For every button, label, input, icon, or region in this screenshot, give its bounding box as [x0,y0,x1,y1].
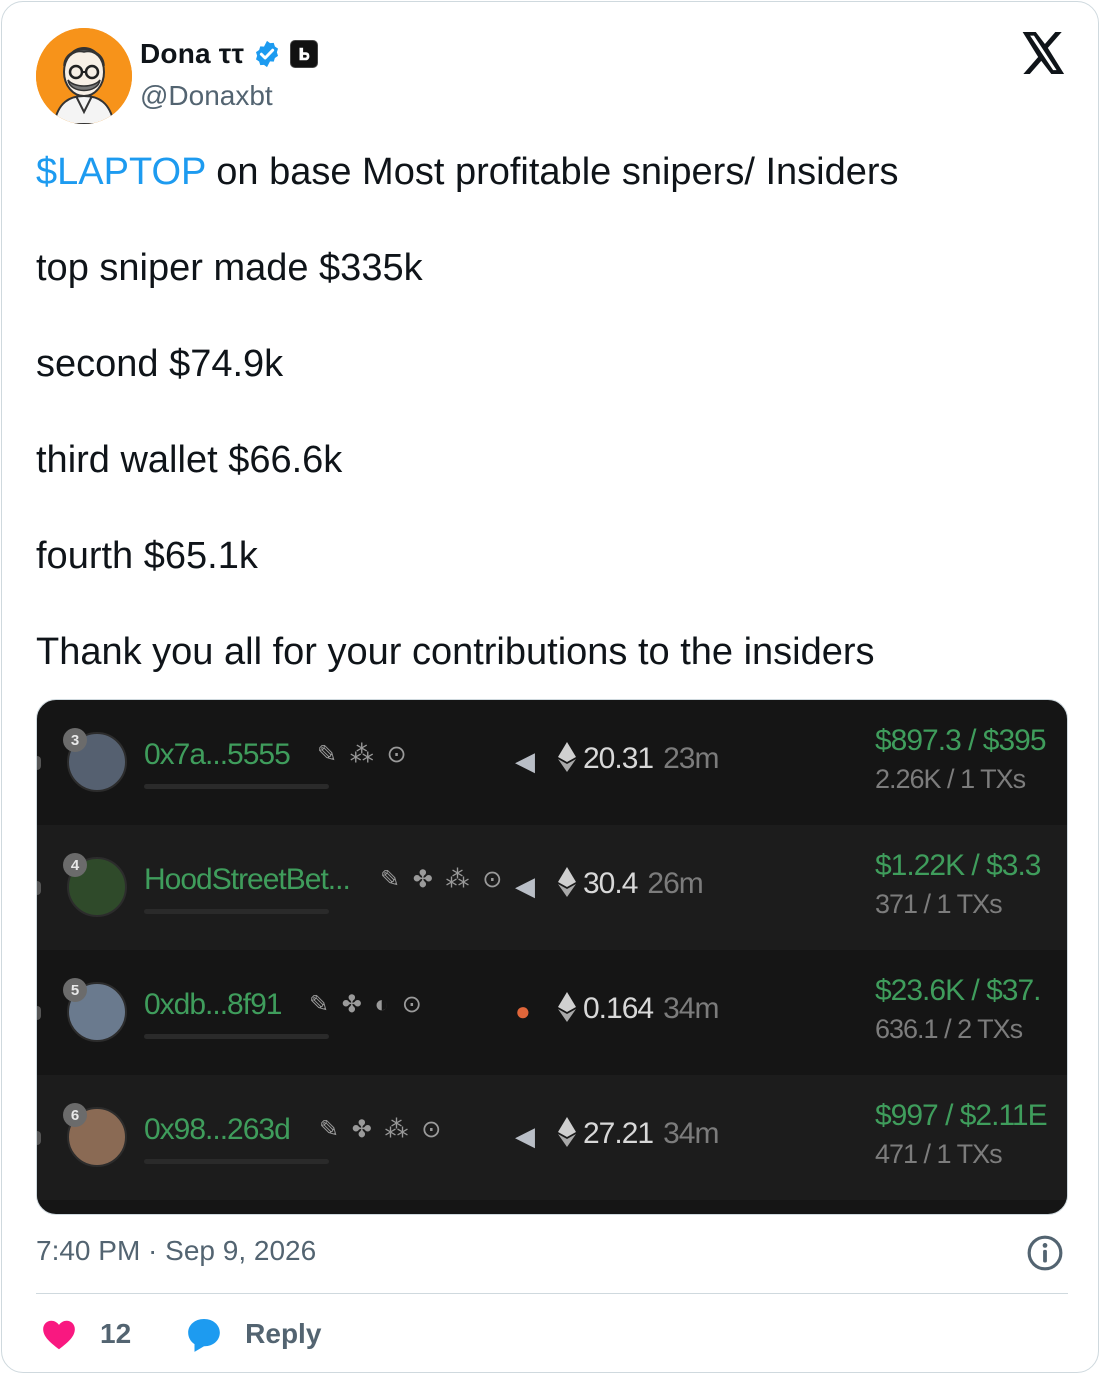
author-name-row: Dona ττ [140,36,319,72]
tx-count: 371 / 1 TXs [875,889,1003,919]
shark-icon: ◀ [515,871,535,901]
tx-count: 636.1 / 2 TXs [875,1014,1023,1044]
elapsed-time: 34m [663,992,719,1025]
attached-screenshot[interactable]: 3 0x7a...5555 ✎ ⁂ ⊙ ◀ 20.31 23m $897.3 / … [36,699,1068,1215]
rank-badge: 6 [63,1103,87,1127]
elapsed-time: 34m [663,1117,719,1150]
wallet-tag-icons: ✎ ✤ ◐ ⊙ [309,991,425,1018]
shark-icon: ◀ [515,746,535,776]
wallet-name: 0x7a...5555 [144,738,291,771]
wallet-name: 0xdb...8f91 [144,988,282,1021]
tx-count: 471 / 1 TXs [875,1139,1003,1169]
eth-amount: 30.4 [583,867,638,900]
eth-amount: 27.21 [583,1117,654,1150]
sniper-row: 5 0xdb...8f91 ✎ ✤ ◐ ⊙ ● 0.164 34m $23.6K … [37,950,1067,1075]
tweet-line-1-text: on base Most profitable snipers/ Insider… [205,151,899,193]
wallet-name: HoodStreetBet... [144,863,351,896]
affiliate-badge-icon[interactable] [290,40,319,68]
author-handle[interactable]: @Donaxbt [140,80,273,112]
eth-icon [558,1117,576,1147]
sniper-row: 4 HoodStreetBet... ✎ ✤ ⁂ ⊙ ◀ 30.4 26m $1.… [37,825,1067,950]
tweet-line-4: third wallet $66.6k [36,439,343,481]
pnl-value: $1.22K / $3.3 [875,849,1041,882]
tweet-line-3: second $74.9k [36,343,284,385]
author-display-name[interactable]: Dona ττ [140,38,244,70]
shark-icon: ◀ [515,1121,535,1151]
verified-badge-icon [252,39,282,69]
reply-button[interactable]: Reply [245,1318,321,1350]
eth-icon [558,867,576,897]
eth-icon [558,742,576,772]
like-heart-icon[interactable] [40,1315,78,1353]
pnl-value: $897.3 / $395 [875,724,1047,757]
tweet-line-6: Thank you all for your contributions to … [36,631,875,673]
tweet-timestamp[interactable]: 7:40 PM · Sep 9, 2026 [36,1235,316,1267]
tweet-body: $LAPTOP on base Most profitable snipers/… [36,148,1066,676]
pnl-value: $23.6K / $37. [875,974,1041,1007]
tweet-line-5: fourth $65.1k [36,535,258,577]
author-avatar[interactable] [36,28,132,124]
shrimp-icon: ● [515,996,531,1026]
cashtag-link[interactable]: $LAPTOP [36,151,206,193]
tx-count: 2.26K / 1 TXs [875,764,1026,794]
rank-badge: 5 [63,978,87,1002]
eth-amount: 0.164 [583,992,654,1025]
reply-bubble-icon[interactable] [185,1315,223,1353]
x-logo-icon[interactable] [1022,32,1066,74]
wallet-tag-icons: ✎ ⁂ ⊙ [317,741,410,768]
sniper-row: 3 0x7a...5555 ✎ ⁂ ⊙ ◀ 20.31 23m $897.3 / … [37,700,1067,825]
eth-icon [558,992,576,1022]
pnl-value: $997 / $2.11E [875,1099,1048,1132]
like-count[interactable]: 12 [100,1318,131,1350]
elapsed-time: 23m [663,742,719,775]
wallet-name: 0x98...263d [144,1113,291,1146]
sniper-row: 6 0x98...263d ✎ ✤ ⁂ ⊙ ◀ 27.21 34m $997 / … [37,1075,1067,1200]
wallet-tag-icons: ✎ ✤ ⁂ ⊙ [319,1116,445,1143]
rank-badge: 3 [63,728,87,752]
rank-badge: 4 [63,853,87,877]
tweet-card: Dona ττ @Donaxbt $LAPTOP on base Most pr… [1,1,1099,1373]
tweet-actions: 12 Reply [40,1312,321,1356]
elapsed-time: 26m [647,867,703,900]
footer-divider [36,1293,1068,1294]
wallet-tag-icons: ✎ ✤ ⁂ ⊙ [380,866,506,893]
tweet-line-2: top sniper made $335k [36,247,423,289]
eth-amount: 20.31 [583,742,654,775]
tweet-line-1: $LAPTOP on base Most profitable snipers/… [36,148,1066,196]
info-icon[interactable] [1026,1234,1064,1272]
